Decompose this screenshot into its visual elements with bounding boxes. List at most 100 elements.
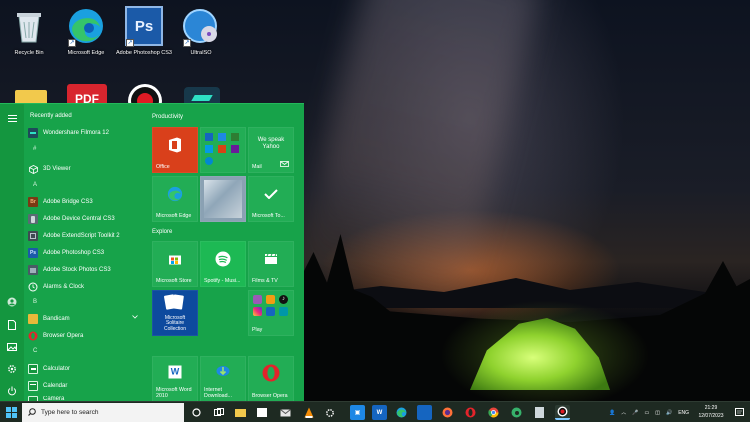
desktop-icon-recycle-bin[interactable]: Recycle Bin (0, 5, 58, 56)
search-icon (28, 407, 36, 418)
photo-viewer-taskbar-icon[interactable] (417, 405, 432, 420)
notepad-taskbar-icon[interactable] (532, 405, 547, 420)
tile-area: Productivity Office We speak Yahoo Mail (150, 104, 304, 402)
settings-gear-icon[interactable] (0, 361, 24, 377)
mail-taskbar-icon[interactable] (278, 405, 293, 420)
hamburger-menu-icon[interactable] (0, 110, 24, 126)
app-item-label: Adobe Stock Photos CS3 (43, 267, 111, 273)
tile-mail[interactable]: We speak Yahoo Mail (248, 127, 294, 173)
app-item-calendar[interactable]: Calendar (28, 379, 142, 393)
tile-label: Play (252, 327, 263, 333)
search-box[interactable]: Type here to search (22, 403, 184, 422)
microphone-icon[interactable]: 🎤 (632, 410, 638, 416)
opera-taskbar-icon[interactable] (463, 405, 478, 420)
system-tray: 👤 ︿ 🎤 ▭ ◫ 🔊 ENG (609, 402, 689, 422)
chrome-taskbar-icon[interactable] (486, 405, 501, 420)
mail-promo-text: We speak Yahoo (257, 137, 285, 150)
photos-taskbar-icon[interactable]: ▣ (350, 405, 365, 420)
vlc-icon[interactable] (301, 405, 316, 420)
onenote-mini-icon (231, 145, 239, 153)
file-explorer-icon[interactable] (233, 405, 248, 420)
tile-group-explore[interactable]: Explore (152, 229, 172, 235)
language-indicator[interactable]: ENG (678, 410, 689, 416)
edge-dev-taskbar-icon[interactable] (509, 405, 524, 420)
game-mini-icon (253, 295, 262, 304)
letter-header-hash[interactable]: # (33, 146, 36, 152)
shortcut-arrow-icon: ↗ (183, 39, 191, 47)
desktop-icon-ultraiso[interactable]: ↗ UltraISO (172, 5, 230, 56)
tile-microsoft-edge[interactable]: Microsoft Edge (152, 176, 198, 222)
app-item-label: Adobe Device Central CS3 (43, 216, 115, 222)
task-view-icon[interactable] (211, 405, 226, 420)
letter-header-c[interactable]: C (33, 348, 37, 354)
clock[interactable]: 21:29 12/07/2023 (694, 404, 728, 420)
shortcut-arrow-icon: ↗ (68, 39, 76, 47)
store-taskbar-icon[interactable] (254, 405, 269, 420)
app-item-stock-photos[interactable]: Adobe Stock Photos CS3 (28, 263, 142, 277)
chevron-down-icon[interactable] (132, 315, 138, 321)
app-item-extendscript[interactable]: Adobe ExtendScript Toolkit 2 (28, 229, 142, 243)
network-icon[interactable]: ◫ (655, 410, 660, 416)
settings-taskbar-icon[interactable] (322, 405, 337, 420)
start-menu: Recently added Wondershare Filmora 12 # … (0, 103, 304, 402)
bandicam-taskbar-icon[interactable] (555, 405, 570, 420)
desktop-icon-edge[interactable]: ↗ Microsoft Edge (57, 5, 115, 56)
app-item-photoshop[interactable]: Ps Adobe Photoshop CS3 (28, 246, 142, 260)
notification-center-icon[interactable] (732, 405, 747, 420)
user-account-icon[interactable] (0, 294, 24, 310)
documents-icon[interactable] (0, 317, 24, 333)
app-item-alarms-clock[interactable]: Alarms & Clock (28, 280, 142, 294)
tile-solitaire[interactable]: Microsoft Solitaire Collection (152, 290, 198, 336)
tile-office[interactable]: Office (152, 127, 198, 173)
battery-icon[interactable]: ▭ (644, 410, 649, 416)
tile-label: Internet Download... (204, 387, 232, 399)
recently-added-heading: Recently added (30, 113, 72, 119)
power-icon[interactable] (0, 383, 24, 399)
playing-card-icon (172, 294, 184, 310)
app-item-calculator[interactable]: Calculator (28, 362, 142, 376)
app-item-bandicam[interactable]: Bandicam (28, 312, 142, 326)
edge-taskbar-icon[interactable] (394, 405, 409, 420)
windows-logo-icon (5, 407, 17, 418)
tile-label: Microsoft To... (252, 213, 285, 219)
photoshop-icon: Ps (28, 248, 38, 258)
volume-icon[interactable]: 🔊 (666, 410, 672, 416)
chevron-up-icon[interactable]: ︿ (621, 409, 626, 416)
tile-group-productivity[interactable]: Productivity (152, 114, 183, 120)
letter-header-b[interactable]: B (33, 299, 37, 305)
firefox-taskbar-icon[interactable] (440, 405, 455, 420)
app-item-3d-viewer[interactable]: 3D Viewer (28, 162, 142, 176)
clock-date: 12/07/2023 (698, 413, 724, 419)
app-item-label: Alarms & Clock (43, 284, 85, 290)
tile-internet-download-manager[interactable]: Internet Download... (200, 356, 246, 402)
tile-spotify[interactable]: Spotify - Musi... (200, 241, 246, 287)
app-item-label: Wondershare Filmora 12 (43, 130, 109, 136)
tile-microsoft-todo[interactable]: Microsoft To... (248, 176, 294, 222)
people-icon[interactable]: 👤 (609, 410, 615, 416)
tile-play-folder[interactable]: ♪ Play (248, 290, 294, 336)
app-item-filmora[interactable]: Wondershare Filmora 12 (28, 126, 142, 140)
desktop-icon-photoshop[interactable]: Ps ↗ Adobe Photoshop CS3 (115, 5, 173, 56)
calendar-icon (28, 381, 38, 391)
app-item-device-central[interactable]: Adobe Device Central CS3 (28, 212, 142, 226)
tile-word-2010[interactable]: W Microsoft Word 2010 (152, 356, 198, 402)
tile-microsoft-store[interactable]: Microsoft Store (152, 241, 198, 287)
word-taskbar-icon[interactable]: W (372, 405, 387, 420)
extendscript-icon (28, 231, 38, 241)
tile-label: Spotify - Musi... (204, 278, 241, 284)
start-button[interactable] (0, 402, 22, 422)
app-item-browser-opera[interactable]: Browser Opera (28, 329, 142, 343)
photoshop-icon: Ps ↗ (124, 5, 164, 47)
tile-browser-opera[interactable]: Browser Opera (248, 356, 294, 402)
edge-icon (167, 186, 183, 204)
pictures-icon[interactable] (0, 339, 24, 355)
store-bag-icon (168, 253, 182, 268)
letter-header-a[interactable]: A (33, 182, 37, 188)
tile-photos-live[interactable] (200, 176, 246, 222)
office-icon (168, 137, 182, 155)
tile-films-tv[interactable]: Films & TV (248, 241, 294, 287)
tile-label: Microsoft Word 2010 (156, 387, 192, 399)
app-item-adobe-bridge[interactable]: Br Adobe Bridge CS3 (28, 195, 142, 209)
cortana-icon[interactable] (189, 405, 204, 420)
tile-office-apps-folder[interactable] (200, 127, 246, 173)
